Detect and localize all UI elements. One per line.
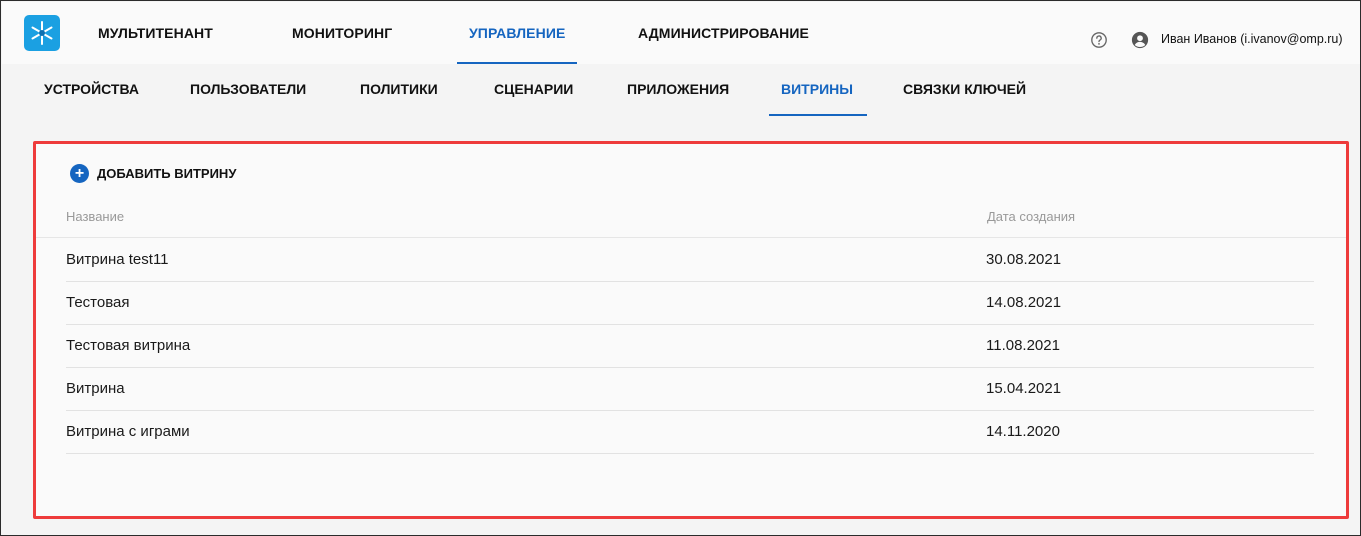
column-header-created[interactable]: Дата создания [987,209,1075,224]
storefront-created-date: 14.11.2020 [986,423,1060,440]
storefront-name: Тестовая [66,294,130,311]
storefronts-panel: + ДОБАВИТЬ ВИТРИНУ Название Дата создани… [33,141,1349,519]
table-row[interactable]: Тестовая витрина 11.08.2021 [66,325,1314,368]
account-circle-icon[interactable] [1131,31,1149,49]
table-row[interactable]: Витрина 15.04.2021 [66,368,1314,411]
app-logo-icon[interactable] [24,15,60,51]
sub-nav: УСТРОЙСТВА ПОЛЬЗОВАТЕЛИ ПОЛИТИКИ СЦЕНАРИ… [2,67,1360,121]
table-row[interactable]: Витрина с играми 14.11.2020 [66,411,1314,454]
snowflake-logo-icon [31,21,53,45]
top-nav-item-multitenant[interactable]: МУЛЬТИТЕНАНТ [98,2,213,64]
column-header-name[interactable]: Название [66,209,124,224]
top-nav-item-monitoring[interactable]: МОНИТОРИНГ [292,2,392,64]
tab-users[interactable]: ПОЛЬЗОВАТЕЛИ [190,81,306,97]
top-header: МУЛЬТИТЕНАНТ МОНИТОРИНГ УПРАВЛЕНИЕ АДМИН… [2,2,1360,64]
storefront-created-date: 30.08.2021 [986,251,1062,268]
table-row[interactable]: Тестовая 14.08.2021 [66,282,1314,325]
table-header: Название Дата создания [36,204,1346,238]
storefront-created-date: 11.08.2021 [986,337,1060,354]
user-name[interactable]: Иван Иванов (i.ivanov@omp.ru) [1161,32,1343,46]
storefront-created-date: 14.08.2021 [986,294,1062,311]
tab-applications[interactable]: ПРИЛОЖЕНИЯ [627,81,729,97]
tab-policies[interactable]: ПОЛИТИКИ [360,81,438,97]
tab-devices[interactable]: УСТРОЙСТВА [44,81,139,97]
storefront-name: Витрина test11 [66,251,169,268]
table-row[interactable]: Витрина test11 30.08.2021 [66,239,1314,282]
storefront-name: Витрина с играми [66,423,190,440]
plus-circle-icon: + [70,163,89,183]
active-tab-indicator [769,114,867,116]
help-circle-icon[interactable] [1090,31,1108,49]
tab-keychains[interactable]: СВЯЗКИ КЛЮЧЕЙ [903,81,1026,97]
tab-storefronts[interactable]: ВИТРИНЫ [781,81,853,97]
storefronts-table-body: Витрина test11 30.08.2021 Тестовая 14.08… [66,239,1314,454]
app-window: МУЛЬТИТЕНАНТ МОНИТОРИНГ УПРАВЛЕНИЕ АДМИН… [0,0,1361,536]
add-storefront-label: ДОБАВИТЬ ВИТРИНУ [97,165,237,181]
storefront-name: Витрина [66,380,125,397]
top-nav-item-management[interactable]: УПРАВЛЕНИЕ [456,2,578,64]
add-storefront-button[interactable]: + ДОБАВИТЬ ВИТРИНУ [70,163,236,183]
storefront-name: Тестовая витрина [66,337,191,354]
top-nav-item-administration[interactable]: АДМИНИСТРИРОВАНИЕ [638,2,809,64]
tab-scenarios[interactable]: СЦЕНАРИИ [494,81,573,97]
storefront-created-date: 15.04.2021 [986,380,1062,397]
